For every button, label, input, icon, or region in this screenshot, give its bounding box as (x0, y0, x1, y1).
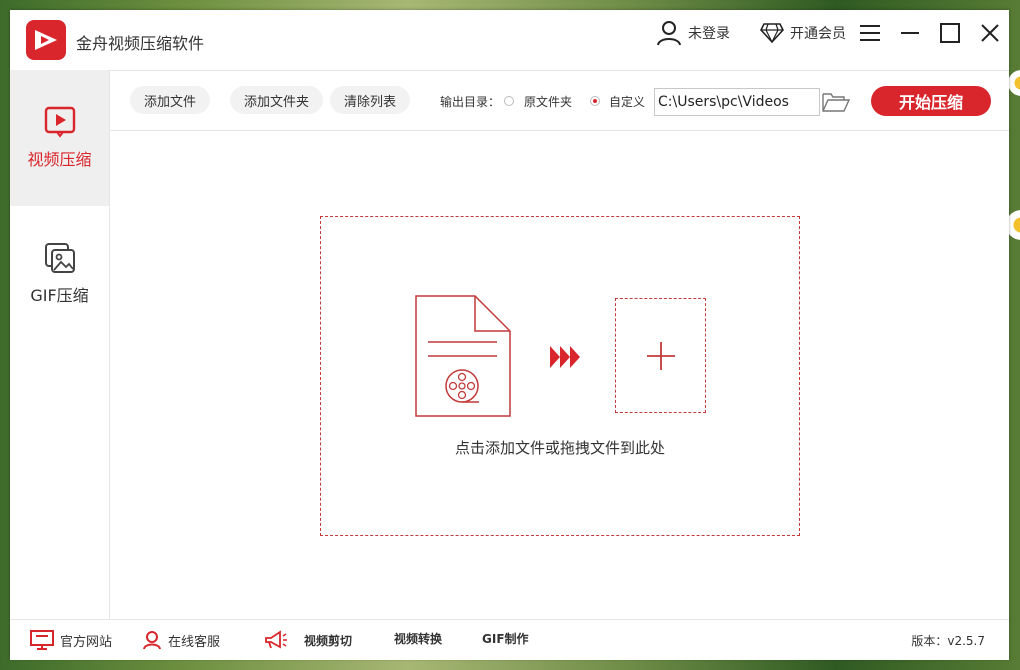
version-label: 版本：v2.5.7 (911, 634, 985, 648)
sidebar-item-video-compress[interactable]: 视频压缩 (10, 70, 109, 206)
file-drop-zone[interactable]: 点击添加文件或拖拽文件到此处 (320, 216, 800, 536)
video-play-icon (44, 106, 75, 138)
drop-zone-hint: 点击添加文件或拖拽文件到此处 (454, 439, 665, 457)
official-site-label: 官方网站 (60, 634, 113, 650)
app-window: 金舟视频压缩软件 未登录 开通会员 视频压缩 GIF压缩 添加文件 添加文件夹 … (10, 10, 1009, 660)
hamburger-icon (860, 25, 880, 41)
folder-open-icon (822, 93, 851, 112)
sidebar: 视频压缩 GIF压缩 (10, 70, 110, 619)
video-convert-link[interactable]: 视频转换 (394, 630, 442, 647)
minimize-button[interactable] (895, 18, 925, 48)
video-cut-label: 视频剪切 (304, 633, 353, 648)
radio-original-folder[interactable] (504, 96, 514, 106)
maximize-button[interactable] (935, 18, 965, 48)
menu-button[interactable] (855, 18, 885, 48)
footer-bar: 官方网站 在线客服 视频剪切 视频转换 GIF制作 版本：v2.5.7 (10, 619, 1009, 660)
sidebar-item-label: GIF压缩 (30, 286, 89, 305)
headset-user-icon (143, 631, 161, 650)
radio-original-label[interactable]: 原文件夹 (524, 93, 572, 110)
clear-list-button[interactable]: 清除列表 (330, 86, 411, 114)
app-logo (26, 20, 66, 60)
output-path-input[interactable] (654, 88, 820, 116)
online-service-label: 在线客服 (168, 634, 221, 650)
app-title: 金舟视频压缩软件 (76, 34, 205, 53)
background-flower (1008, 70, 1020, 96)
output-dir-label: 输出目录： (440, 95, 501, 109)
close-icon (981, 24, 999, 42)
image-stack-icon (44, 243, 75, 273)
radio-custom-label[interactable]: 自定义 (609, 93, 645, 110)
maximize-icon (940, 23, 960, 43)
user-icon (657, 21, 681, 46)
online-service-link[interactable]: 在线客服 (142, 630, 220, 650)
add-placeholder-box[interactable] (615, 298, 706, 413)
login-label: 未登录 (688, 26, 730, 42)
fast-forward-icon (550, 346, 580, 368)
sidebar-item-label: 视频压缩 (27, 150, 92, 169)
login-button[interactable]: 未登录 (656, 18, 730, 48)
gif-make-link[interactable]: GIF制作 (482, 630, 529, 647)
title-bar: 金舟视频压缩软件 未登录 开通会员 (10, 10, 1009, 71)
megaphone-icon (265, 630, 287, 649)
toolbar: 添加文件 添加文件夹 清除列表 输出目录： 原文件夹 自定义 开始压缩 (110, 70, 1009, 131)
monitor-icon (30, 630, 54, 650)
plus-icon (646, 341, 675, 370)
video-file-icon (415, 295, 511, 417)
vip-label: 开通会员 (790, 26, 846, 42)
start-compress-button[interactable]: 开始压缩 (871, 86, 991, 116)
video-cut-link[interactable]: 视频剪切 (264, 630, 352, 650)
sidebar-item-gif-compress[interactable]: GIF压缩 (10, 206, 109, 342)
close-button[interactable] (975, 18, 1005, 48)
browse-folder-button[interactable] (822, 90, 851, 114)
radio-custom-folder[interactable] (590, 96, 600, 106)
add-file-button[interactable]: 添加文件 (130, 86, 211, 114)
diamond-icon (760, 23, 784, 44)
minimize-icon (901, 32, 919, 34)
official-site-link[interactable]: 官方网站 (30, 630, 112, 650)
vip-button[interactable]: 开通会员 (760, 18, 846, 48)
add-folder-button[interactable]: 添加文件夹 (230, 86, 324, 114)
